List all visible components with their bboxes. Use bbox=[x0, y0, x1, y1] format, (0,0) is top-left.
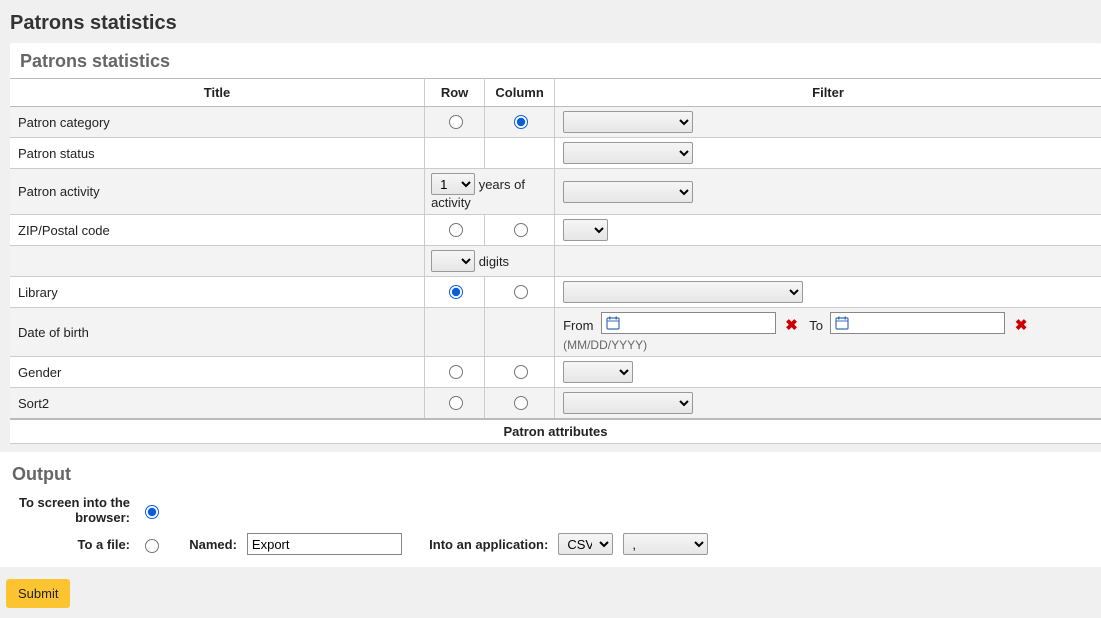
header-column: Column bbox=[485, 79, 555, 107]
header-filter: Filter bbox=[555, 79, 1101, 107]
calendar-icon bbox=[835, 316, 849, 330]
row-label-zip-digits bbox=[10, 246, 425, 277]
dob-from-label: From bbox=[563, 318, 593, 333]
gender-filter-select[interactable] bbox=[563, 361, 633, 383]
library-col-radio[interactable] bbox=[514, 285, 528, 299]
output-file-radio[interactable] bbox=[145, 539, 159, 553]
output-screen-radio[interactable] bbox=[145, 505, 159, 519]
row-label-gender: Gender bbox=[10, 357, 425, 388]
output-named-input[interactable] bbox=[247, 533, 402, 555]
patron-attributes-subheader: Patron attributes bbox=[10, 419, 1101, 444]
sort2-col-radio[interactable] bbox=[514, 396, 528, 410]
library-filter-select[interactable] bbox=[563, 281, 803, 303]
calendar-icon bbox=[606, 316, 620, 330]
output-file-label: To a file: bbox=[10, 537, 130, 552]
dob-to-label: To bbox=[809, 318, 823, 333]
patron-activity-years-select[interactable]: 1 bbox=[431, 173, 475, 195]
submit-button[interactable]: Submit bbox=[6, 579, 70, 608]
patron-activity-filter-select[interactable] bbox=[563, 181, 693, 203]
zip-digits-suffix: digits bbox=[479, 254, 509, 269]
output-title: Output bbox=[0, 456, 1101, 491]
row-label-dob: Date of birth bbox=[10, 308, 425, 357]
dob-to-input-wrap[interactable] bbox=[830, 312, 1005, 334]
output-screen-label: To screen into the browser: bbox=[10, 495, 130, 525]
row-label-patron-category: Patron category bbox=[10, 107, 425, 138]
sort2-filter-select[interactable] bbox=[563, 392, 693, 414]
section-title: Patrons statistics bbox=[10, 43, 1101, 78]
patron-category-col-radio[interactable] bbox=[514, 115, 528, 129]
dob-from-input[interactable] bbox=[620, 314, 775, 332]
output-separator-select[interactable]: , bbox=[623, 533, 708, 555]
patron-category-row-radio[interactable] bbox=[449, 115, 463, 129]
dob-from-input-wrap[interactable] bbox=[601, 312, 776, 334]
zip-filter-select[interactable] bbox=[563, 219, 608, 241]
dob-format-hint: (MM/DD/YYYY) bbox=[563, 338, 1093, 352]
row-label-patron-activity: Patron activity bbox=[10, 169, 425, 215]
row-label-sort2: Sort2 bbox=[10, 388, 425, 420]
dob-to-input[interactable] bbox=[849, 314, 1004, 332]
patron-category-filter-select[interactable] bbox=[563, 111, 693, 133]
zip-digits-select[interactable] bbox=[431, 250, 475, 272]
gender-col-radio[interactable] bbox=[514, 365, 528, 379]
row-label-zip: ZIP/Postal code bbox=[10, 215, 425, 246]
output-format-select[interactable]: CSV bbox=[558, 533, 613, 555]
row-label-library: Library bbox=[10, 277, 425, 308]
criteria-table: Title Row Column Filter Patron category … bbox=[10, 78, 1101, 444]
patron-status-filter-select[interactable] bbox=[563, 142, 693, 164]
output-intoapp-label: Into an application: bbox=[429, 537, 548, 552]
library-row-radio[interactable] bbox=[449, 285, 463, 299]
gender-row-radio[interactable] bbox=[449, 365, 463, 379]
sort2-row-radio[interactable] bbox=[449, 396, 463, 410]
header-title: Title bbox=[10, 79, 425, 107]
dob-from-clear-icon[interactable]: ✖ bbox=[785, 316, 798, 334]
output-named-label: Named: bbox=[189, 537, 237, 552]
page-title: Patrons statistics bbox=[0, 0, 1101, 43]
row-label-patron-status: Patron status bbox=[10, 138, 425, 169]
zip-row-radio[interactable] bbox=[449, 223, 463, 237]
header-row: Row bbox=[425, 79, 485, 107]
dob-to-clear-icon[interactable]: ✖ bbox=[1015, 316, 1028, 334]
zip-col-radio[interactable] bbox=[514, 223, 528, 237]
